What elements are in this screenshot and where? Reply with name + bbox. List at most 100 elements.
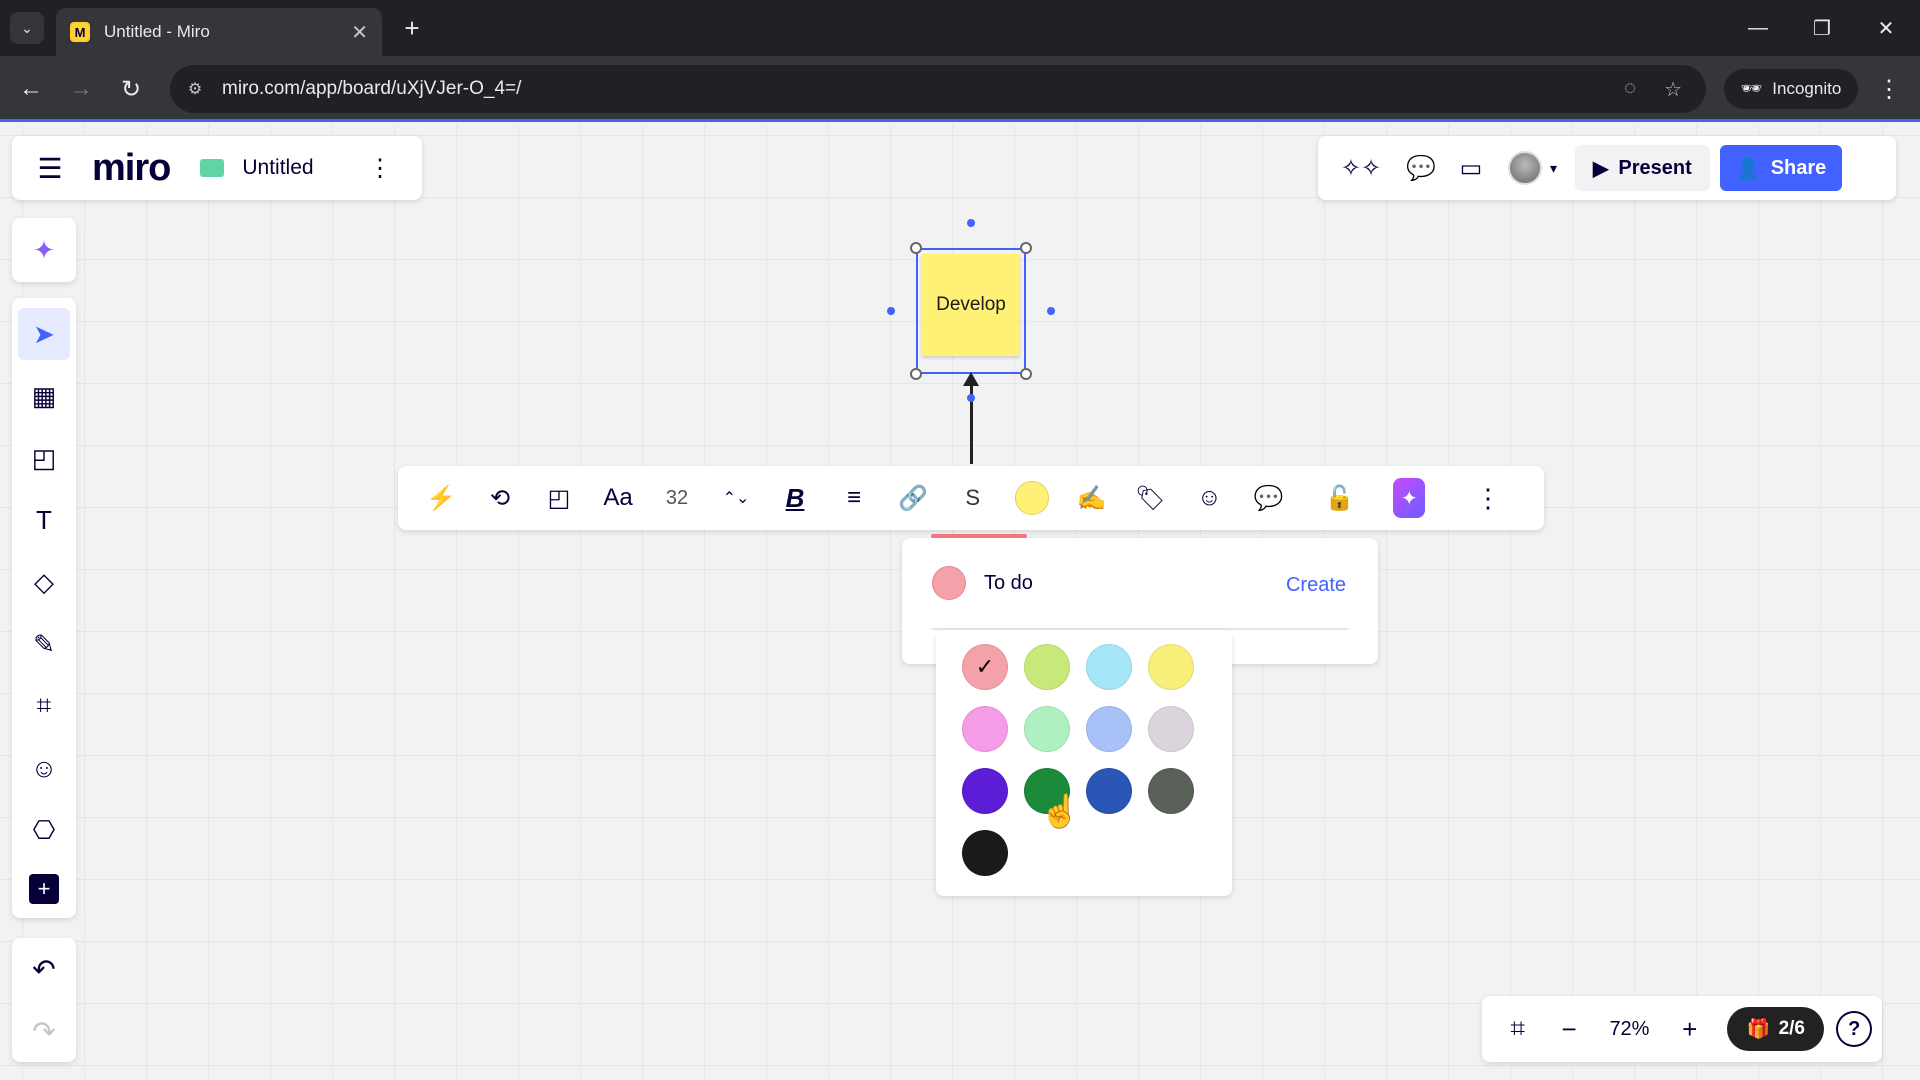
color-swatch-option[interactable] (1086, 644, 1132, 690)
color-swatch-option[interactable] (1024, 644, 1070, 690)
url-text: miro.com/app/board/uXjVJer-O_4=/ (222, 78, 522, 99)
connector-dot-right[interactable] (1047, 307, 1055, 315)
connector-dot-bottom[interactable] (967, 394, 975, 402)
zoom-out-icon[interactable]: − (1543, 1006, 1594, 1052)
reactions-icon[interactable]: ✧✧ (1326, 146, 1396, 190)
color-button[interactable] (1009, 475, 1055, 521)
zoom-level[interactable]: 72% (1595, 1018, 1664, 1041)
bold-icon[interactable]: B (772, 475, 818, 521)
close-window-icon[interactable]: ✕ (1866, 10, 1906, 46)
diagram-icon[interactable]: ⎔ (18, 804, 70, 856)
sticky-note-text[interactable]: Develop (936, 294, 1006, 316)
tag-name-input[interactable]: To do (984, 572, 1033, 595)
restore-icon[interactable]: ❐ (1802, 10, 1842, 46)
tab-search-button[interactable]: ⌄ (10, 12, 44, 44)
site-info-icon[interactable]: ⚙ (184, 78, 206, 100)
ai-generate-icon[interactable]: ⚡ (418, 475, 464, 521)
color-swatch-option[interactable]: ✓ (962, 644, 1008, 690)
lock-icon[interactable]: 🔓 (1316, 475, 1362, 521)
more-apps-icon[interactable]: + (29, 874, 59, 904)
ai-assist-panel: ✦ (12, 218, 76, 282)
color-swatch-option[interactable] (1148, 706, 1194, 752)
reaction-icon[interactable]: ☺ (1186, 475, 1232, 521)
color-swatch-option[interactable] (962, 706, 1008, 752)
forward-icon[interactable]: → (64, 72, 98, 106)
frames-button[interactable]: 🎁 2/6 (1727, 1007, 1825, 1051)
gift-icon: 🎁 (1746, 1019, 1771, 1040)
zoom-panel: ⌗ − 72% + 🎁 2/6 ? (1482, 996, 1882, 1062)
resize-handle-top-left[interactable] (910, 242, 922, 254)
incognito-badge[interactable]: 🕶 Incognito (1724, 69, 1858, 109)
eye-off-icon[interactable]: ◌ (1624, 77, 1636, 102)
more-icon[interactable]: ⋮ (1465, 475, 1511, 521)
fit-frame-icon[interactable]: ⌗ (1492, 1006, 1543, 1052)
tab-close-icon[interactable]: ✕ (351, 20, 368, 45)
color-swatch-option[interactable] (1024, 706, 1070, 752)
board-icon (200, 159, 225, 177)
browser-tab[interactable]: M Untitled - Miro ✕ (56, 8, 382, 56)
play-icon: ▶ (1593, 157, 1609, 180)
bookmark-star-icon[interactable]: ☆ (1664, 77, 1682, 102)
frame-icon[interactable]: ⌗ (18, 680, 70, 732)
reload-icon[interactable]: ↻ (114, 72, 148, 106)
stickers-icon[interactable]: ☺ (18, 742, 70, 794)
chevron-down-icon: ▾ (1550, 159, 1558, 176)
tag-size-button[interactable]: S (931, 475, 1027, 538)
connector-dot-left[interactable] (887, 307, 895, 315)
author-icon[interactable]: ✍ (1068, 475, 1114, 521)
tag-color-dot[interactable] (932, 566, 966, 600)
new-tab-icon[interactable]: + (396, 12, 428, 44)
board-title[interactable]: Untitled (242, 156, 313, 180)
switch-type-icon[interactable]: ⟲ (477, 475, 523, 521)
tag-icon[interactable]: 🏷 (1127, 475, 1173, 521)
align-icon[interactable]: ≡ (831, 475, 877, 521)
resize-handle-bottom-left[interactable] (910, 368, 922, 380)
main-menu-icon[interactable]: ☰ (24, 152, 76, 185)
connector-dot-top[interactable] (967, 219, 975, 227)
minimize-icon[interactable]: — (1738, 10, 1778, 46)
color-swatch-option[interactable] (1148, 768, 1194, 814)
sticky-shape-icon[interactable]: ◰ (536, 475, 582, 521)
incognito-label: Incognito (1772, 79, 1842, 98)
font-size-value[interactable]: 32 (654, 475, 700, 521)
templates-icon[interactable]: ▦ (18, 370, 70, 422)
undo-icon[interactable]: ↶ (32, 953, 55, 986)
help-icon[interactable]: ? (1836, 1011, 1873, 1047)
font-size-stepper-icon[interactable]: ⌃⌄ (713, 475, 759, 521)
sticky-note[interactable]: Develop (922, 254, 1020, 356)
avatar[interactable] (1508, 151, 1542, 185)
font-icon[interactable]: Aa (595, 475, 641, 521)
color-swatch (1015, 481, 1050, 515)
browser-menu-icon[interactable]: ⋮ (1872, 72, 1906, 106)
present-button[interactable]: ▶ Present (1575, 145, 1710, 191)
share-button[interactable]: 👤 Share (1719, 145, 1843, 191)
comment-icon[interactable]: 💬 (1245, 475, 1291, 521)
resize-handle-bottom-right[interactable] (1020, 368, 1032, 380)
shapes-icon[interactable]: ◇ (18, 556, 70, 608)
create-tag-button[interactable]: Create (1286, 574, 1346, 597)
ai-assist-icon[interactable]: ✦ (1393, 478, 1425, 518)
chat-icon[interactable]: 💬 (1396, 146, 1446, 190)
color-swatch-option[interactable] (1086, 706, 1132, 752)
board-more-icon[interactable]: ⋮ (368, 154, 392, 183)
miro-logo[interactable]: miro (92, 147, 171, 190)
ai-sparkle-icon[interactable]: ✦ (18, 224, 70, 276)
color-swatch-option[interactable] (1148, 644, 1194, 690)
color-swatch-option[interactable] (962, 768, 1008, 814)
resize-handle-top-right[interactable] (1020, 242, 1032, 254)
hand-cursor-icon: ☝ (1040, 793, 1080, 829)
user-menu[interactable]: ▾ (1508, 151, 1557, 185)
text-tool-icon[interactable]: T (18, 494, 70, 546)
color-swatch-option[interactable] (962, 830, 1008, 876)
pen-icon[interactable]: ✎ (18, 618, 70, 670)
select-tool-icon[interactable]: ➤ (18, 308, 70, 360)
video-call-icon[interactable]: ▭ (1446, 146, 1496, 190)
color-swatch-option[interactable] (1086, 768, 1132, 814)
link-icon[interactable]: 🔗 (890, 475, 936, 521)
sticky-note-icon[interactable]: ◰ (18, 432, 70, 484)
url-bar[interactable]: ⚙ miro.com/app/board/uXjVJer-O_4=/ ◌ ☆ (170, 65, 1706, 113)
board-header-panel: ☰ miro Untitled ⋮ (12, 136, 422, 200)
redo-icon[interactable]: ↷ (32, 1015, 55, 1048)
zoom-in-icon[interactable]: + (1664, 1006, 1715, 1052)
back-icon[interactable]: ← (14, 72, 48, 106)
